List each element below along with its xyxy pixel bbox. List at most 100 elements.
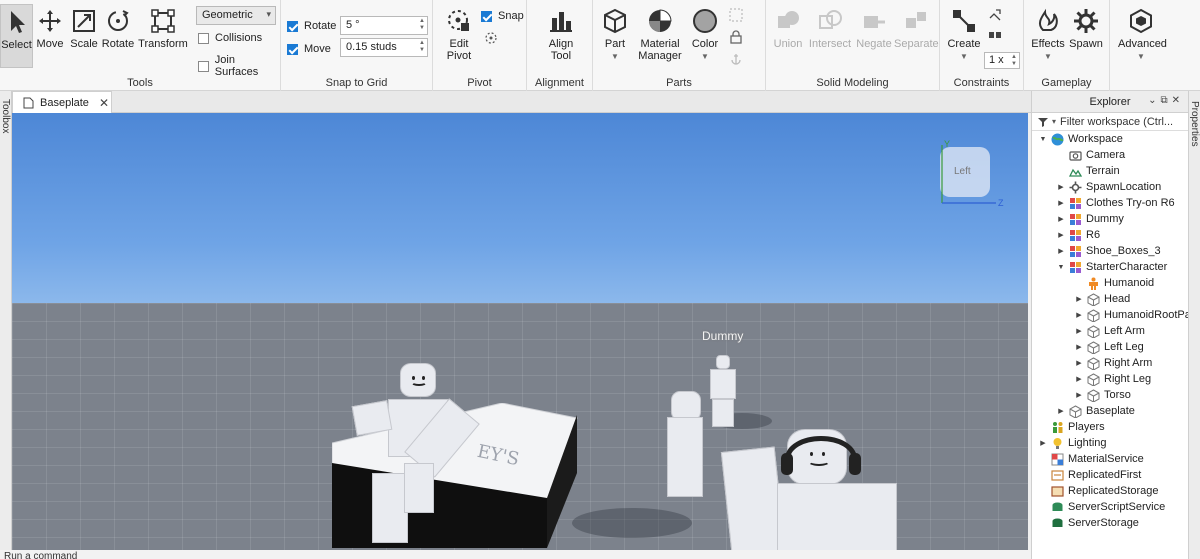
collapse-arrow-icon[interactable]: ▶: [1056, 231, 1066, 239]
constraint-details-icon[interactable]: [988, 8, 1002, 22]
collapse-arrow-icon[interactable]: ▶: [1056, 407, 1066, 415]
collisions-checkbox[interactable]: Collisions: [198, 32, 262, 44]
explorer-item-humanoidrootpart[interactable]: ▶ HumanoidRootPart: [1032, 307, 1188, 323]
explorer-item-serverscriptservice[interactable]: ServerScriptService: [1032, 499, 1188, 515]
part-button[interactable]: Part ▼: [597, 4, 633, 68]
explorer-item-left-leg[interactable]: ▶ Left Leg: [1032, 339, 1188, 355]
edit-pivot-button[interactable]: Edit Pivot: [439, 4, 479, 68]
separate-button[interactable]: Separate: [894, 4, 939, 68]
join-surfaces-checkbox[interactable]: Join Surfaces: [198, 54, 280, 78]
move-snap-checkbox[interactable]: Move: [287, 43, 331, 55]
explorer-item-right-arm[interactable]: ▶ Right Arm: [1032, 355, 1188, 371]
rotate-snap-checkbox[interactable]: Rotate: [287, 20, 336, 32]
explorer-item-label: ServerStorage: [1068, 517, 1139, 529]
move-tool-button[interactable]: Move: [32, 4, 68, 68]
collapse-arrow-icon[interactable]: ▶: [1074, 375, 1084, 383]
constraints-group-label: Constraints: [953, 77, 1010, 89]
move-snap-input[interactable]: 0.15 studs ▲ ▼: [340, 38, 428, 57]
explorer-item-replicatedstorage[interactable]: ReplicatedStorage: [1032, 483, 1188, 499]
explorer-item-serverstorage[interactable]: ServerStorage: [1032, 515, 1188, 531]
pivot-snap-checkbox[interactable]: Snap: [481, 10, 524, 22]
explorer-item-label: ServerScriptService: [1068, 501, 1166, 513]
collapse-arrow-icon[interactable]: ▶: [1074, 343, 1084, 351]
explorer-item-shoe-boxes-3[interactable]: ▶ Shoe_Boxes_3: [1032, 243, 1188, 259]
explorer-item-lighting[interactable]: ▶ Lighting: [1032, 435, 1188, 451]
explorer-item-baseplate[interactable]: ▶ Baseplate: [1032, 403, 1188, 419]
properties-collapsed-tab[interactable]: Properties: [1188, 91, 1200, 559]
tab-baseplate[interactable]: Baseplate ✕: [12, 91, 112, 113]
expand-arrow-icon[interactable]: ▼: [1056, 264, 1066, 271]
cursor-icon: [10, 11, 25, 33]
move-arrows-icon: [39, 10, 61, 32]
lock-icon[interactable]: [729, 30, 743, 44]
toolbox-collapsed-tab[interactable]: Toolbox: [0, 91, 12, 559]
scale-tool-button[interactable]: Scale: [66, 4, 102, 68]
constraints-group: Create ▼ 1 x ▲ ▼ Constraints: [940, 0, 1024, 91]
explorer-item-r6[interactable]: ▶ R6: [1032, 227, 1188, 243]
explorer-item-right-leg[interactable]: ▶ Right Leg: [1032, 371, 1188, 387]
collapse-arrow-icon[interactable]: ▶: [1074, 327, 1084, 335]
align-tool-button[interactable]: Align Tool: [541, 4, 581, 68]
explorer-item-torso[interactable]: ▶ Torso: [1032, 387, 1188, 403]
stepper-icon[interactable]: ▲ ▼: [1011, 54, 1017, 68]
constraint-scale-input[interactable]: 1 x ▲ ▼: [984, 52, 1020, 69]
show-welds-icon[interactable]: [988, 28, 1002, 42]
union-button[interactable]: Union: [770, 4, 806, 68]
collision-mode-select[interactable]: Geometric ▾: [196, 6, 276, 25]
explorer-item-left-arm[interactable]: ▶ Left Arm: [1032, 323, 1188, 339]
3d-viewport[interactable]: Left Y Z EY'S Dummy: [12, 113, 1028, 550]
explorer-item-label: Left Leg: [1104, 341, 1144, 353]
chevron-down-icon[interactable]: ⌄: [1148, 95, 1160, 106]
globe-icon: [1051, 133, 1064, 145]
close-icon[interactable]: ✕: [1172, 95, 1184, 106]
advanced-button[interactable]: Advanced ▼: [1118, 4, 1167, 68]
collapse-arrow-icon[interactable]: ▶: [1074, 391, 1084, 399]
collapse-arrow-icon[interactable]: ▶: [1056, 215, 1066, 223]
explorer-item-spawnlocation[interactable]: ▶ SpawnLocation: [1032, 179, 1188, 195]
explorer-item-players[interactable]: Players: [1032, 419, 1188, 435]
group-icon[interactable]: [729, 8, 743, 22]
collapse-arrow-icon[interactable]: ▶: [1038, 439, 1048, 447]
explorer-item-terrain[interactable]: Terrain: [1032, 163, 1188, 179]
stepper-icon[interactable]: ▲ ▼: [419, 18, 425, 32]
close-icon[interactable]: ✕: [99, 96, 109, 110]
anchor-icon[interactable]: [729, 52, 743, 66]
explorer-item-materialservice[interactable]: MaterialService: [1032, 451, 1188, 467]
explorer-item-dummy[interactable]: ▶ Dummy: [1032, 211, 1188, 227]
collapse-arrow-icon[interactable]: ▶: [1056, 183, 1066, 191]
view-cube[interactable]: Left Y Z: [932, 139, 1004, 208]
pivot-mode-icon[interactable]: [483, 30, 499, 46]
explorer-item-replicatedfirst[interactable]: ReplicatedFirst: [1032, 467, 1188, 483]
spawn-button[interactable]: Spawn: [1066, 4, 1106, 68]
rotate-tool-button[interactable]: Rotate: [100, 4, 136, 68]
rotate-snap-input[interactable]: 5 ° ▲ ▼: [340, 16, 428, 35]
collapse-arrow-icon[interactable]: ▶: [1074, 295, 1084, 303]
explorer-item-humanoid[interactable]: Humanoid: [1032, 275, 1188, 291]
select-tool-button[interactable]: Select: [0, 4, 33, 68]
model-icon: [1070, 261, 1081, 273]
transform-tool-button[interactable]: Transform: [138, 4, 188, 68]
explorer-item-camera[interactable]: Camera: [1032, 147, 1188, 163]
intersect-button[interactable]: Intersect: [808, 4, 852, 68]
collapse-arrow-icon[interactable]: ▶: [1074, 359, 1084, 367]
explorer-filter-input[interactable]: ▾ Filter workspace (Ctrl...: [1032, 113, 1188, 131]
negate-button[interactable]: Negate: [854, 4, 894, 68]
explorer-item-head[interactable]: ▶ Head: [1032, 291, 1188, 307]
popout-icon[interactable]: ⧉: [1160, 95, 1171, 106]
explorer-item-startercharacter[interactable]: ▼ StarterCharacter: [1032, 259, 1188, 275]
material-manager-button[interactable]: Material Manager: [637, 4, 683, 68]
effects-button[interactable]: Effects ▼: [1028, 4, 1068, 68]
explorer-item-clothes-try-on-r6[interactable]: ▶ Clothes Try-on R6: [1032, 195, 1188, 211]
snap-to-grid-group: Rotate 5 ° ▲ ▼ Move 0.15 studs ▲ ▼ Snap to…: [281, 0, 433, 91]
command-bar[interactable]: Run a command: [0, 550, 1031, 559]
color-button[interactable]: Color ▼: [687, 4, 723, 68]
explorer-item-label: Humanoid: [1104, 277, 1155, 289]
explorer-item-workspace[interactable]: ▼ Workspace: [1032, 131, 1188, 147]
collapse-arrow-icon[interactable]: ▶: [1056, 199, 1066, 207]
create-constraint-button[interactable]: Create ▼: [944, 4, 984, 68]
expand-arrow-icon[interactable]: ▼: [1038, 136, 1048, 143]
stepper-icon[interactable]: ▲ ▼: [419, 40, 425, 54]
pivot-group: Edit Pivot Snap Pivot: [433, 0, 527, 91]
collapse-arrow-icon[interactable]: ▶: [1056, 247, 1066, 255]
collapse-arrow-icon[interactable]: ▶: [1074, 311, 1084, 319]
